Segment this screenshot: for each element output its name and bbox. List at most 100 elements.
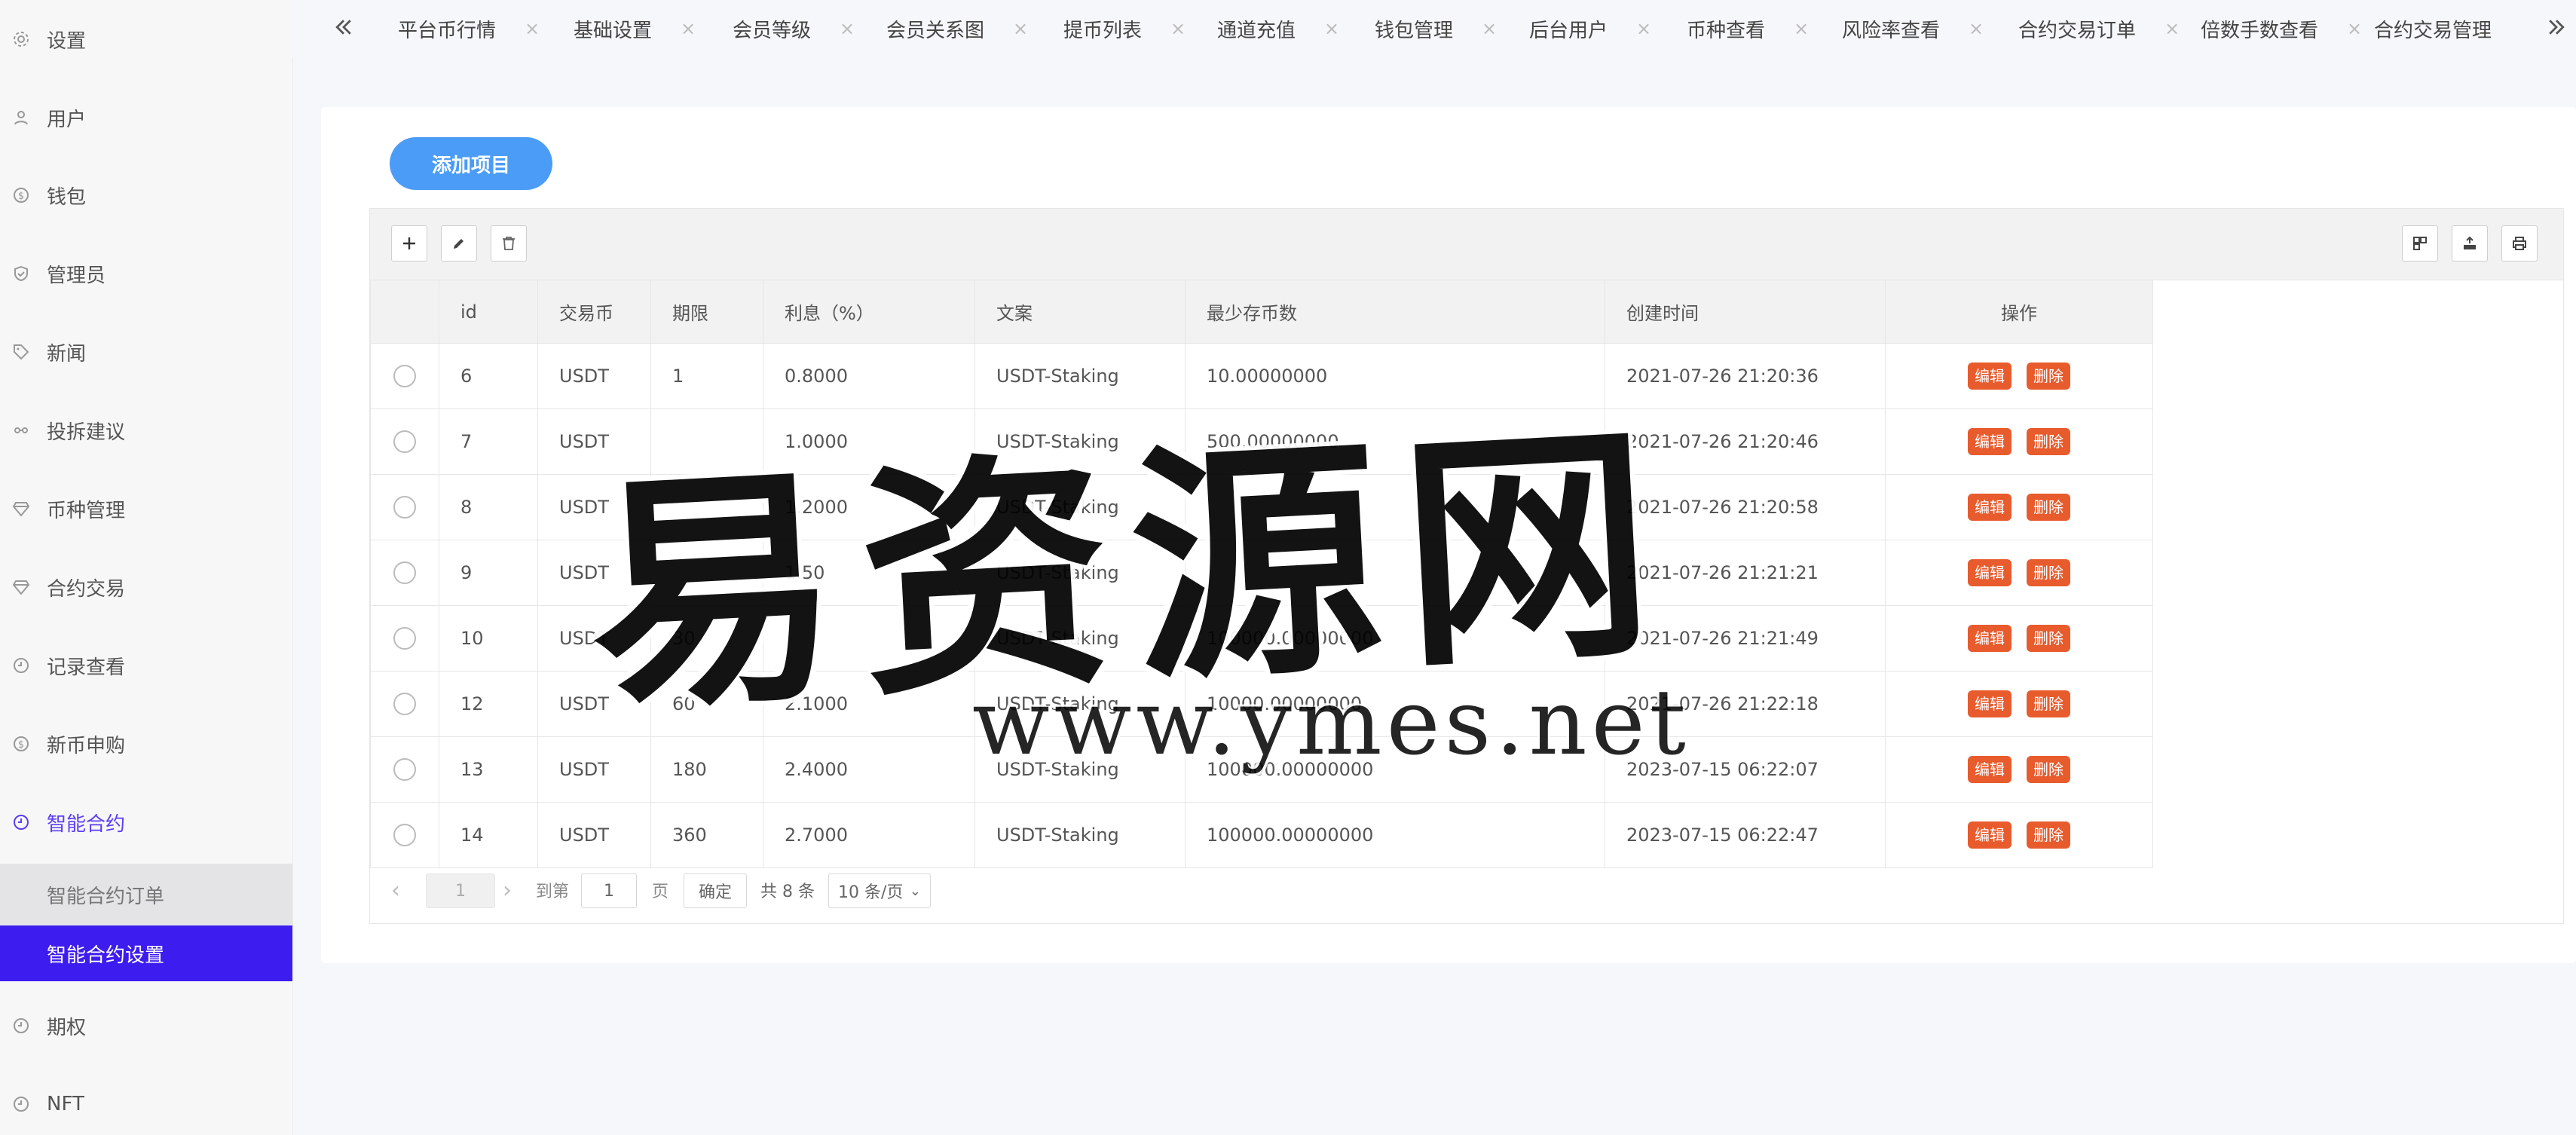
- sidebar-item-admin[interactable]: 管理员: [0, 246, 292, 301]
- sidebar-item-label: 投拆建议: [47, 421, 126, 444]
- edit-button[interactable]: 编辑: [1968, 756, 2012, 783]
- tab-12[interactable]: 合约交易管理: [2374, 0, 2492, 57]
- row-radio[interactable]: [393, 561, 416, 584]
- gear-icon: [11, 29, 32, 50]
- total-count: 共 8 条: [760, 883, 815, 901]
- tab-close-icon[interactable]: ×: [525, 18, 540, 39]
- edit-button[interactable]: 编辑: [1968, 363, 2012, 390]
- sidebar-item-new-coin[interactable]: $ 新币申购: [0, 717, 292, 771]
- toolbar-export-button[interactable]: [2452, 225, 2488, 262]
- row-radio[interactable]: [393, 824, 416, 846]
- delete-button[interactable]: 删除: [2027, 363, 2070, 390]
- chevron-down-icon: ⌄: [909, 883, 921, 899]
- edit-button[interactable]: 编辑: [1968, 690, 2012, 717]
- tab-close-icon[interactable]: ×: [840, 18, 855, 39]
- toolbar-add-button[interactable]: [391, 225, 427, 262]
- tag-icon: [11, 341, 32, 363]
- page-size-select[interactable]: 10 条/页 ⌄: [828, 873, 931, 908]
- goto-page-input[interactable]: 1: [581, 873, 637, 908]
- sidebar-item-options[interactable]: 期权: [0, 999, 292, 1053]
- sidebar-item-wallet[interactable]: $ 钱包: [0, 168, 292, 222]
- delete-button[interactable]: 删除: [2027, 690, 2070, 717]
- delete-button[interactable]: 删除: [2027, 625, 2070, 652]
- tab-6[interactable]: 钱包管理 ×: [1375, 0, 1497, 57]
- tab-close-icon[interactable]: ×: [1013, 18, 1028, 39]
- tab-7[interactable]: 后台用户 ×: [1529, 0, 1651, 57]
- edit-button[interactable]: 编辑: [1968, 625, 2012, 652]
- sidebar-item-nft[interactable]: NFT: [0, 1077, 292, 1131]
- tab-0[interactable]: 平台币行情 ×: [398, 0, 540, 57]
- edit-button[interactable]: 编辑: [1968, 428, 2012, 455]
- tabs-scroll-left-icon[interactable]: [329, 11, 359, 44]
- sidebar-item-news[interactable]: 新闻: [0, 325, 292, 379]
- header-id: id: [439, 280, 538, 344]
- tab-9[interactable]: 风险率查看 ×: [1842, 0, 1984, 57]
- sidebar-item-smart-contract[interactable]: 智能合约: [0, 795, 292, 849]
- tab-1[interactable]: 基础设置 ×: [574, 0, 696, 57]
- current-page[interactable]: 1: [426, 873, 495, 908]
- export-icon: [2464, 236, 2476, 249]
- tab-close-icon[interactable]: ×: [1482, 18, 1497, 39]
- tab-label: 合约交易订单: [2018, 19, 2137, 42]
- clock-icon: [11, 1094, 32, 1115]
- goto-confirm-button[interactable]: 确定: [684, 873, 747, 908]
- tab-5[interactable]: 通道充值 ×: [1217, 0, 1339, 57]
- sidebar-item-label: 智能合约: [47, 812, 126, 836]
- cell-copy: USDT-Staking: [974, 605, 1186, 672]
- row-radio[interactable]: [393, 693, 416, 715]
- row-radio[interactable]: [393, 496, 416, 519]
- sidebar-item-users[interactable]: 用户: [0, 90, 292, 145]
- tab-2[interactable]: 会员等级 ×: [733, 0, 855, 57]
- tab-close-icon[interactable]: ×: [1324, 18, 1339, 39]
- tabs-scroll-right-icon[interactable]: [2541, 11, 2571, 44]
- next-page-icon[interactable]: ›: [503, 873, 512, 907]
- delete-button[interactable]: 删除: [2027, 821, 2070, 849]
- toolbar-print-button[interactable]: [2501, 225, 2538, 262]
- delete-button[interactable]: 删除: [2027, 428, 2070, 455]
- row-radio[interactable]: [393, 430, 416, 453]
- tab-10[interactable]: 合约交易订单 ×: [2018, 0, 2180, 57]
- delete-button[interactable]: 删除: [2027, 559, 2070, 586]
- table-row: 7 USDT 1.0000 USDT-Staking 500.00000000 2021-…: [370, 408, 2153, 475]
- dollar-circle-icon: $: [11, 733, 32, 754]
- sidebar-subitem-smart-contract-orders[interactable]: 智能合约订单: [0, 864, 292, 925]
- tab-close-icon[interactable]: ×: [1969, 18, 1984, 39]
- toolbar-columns-button[interactable]: [2402, 225, 2438, 262]
- sidebar-item-coin-management[interactable]: 币种管理: [0, 482, 292, 536]
- toolbar-edit-button[interactable]: [441, 225, 477, 262]
- data-table: id 交易币 期限 利息（%） 文案 最少存币数 创建时间 操作 6 USDT 1 0…: [369, 208, 2564, 924]
- tab-close-icon[interactable]: ×: [1170, 18, 1186, 39]
- row-radio[interactable]: [393, 758, 416, 781]
- tab-close-icon[interactable]: ×: [1794, 18, 1809, 39]
- plus-icon: [403, 237, 415, 249]
- tab-8[interactable]: 币种查看 ×: [1687, 0, 1809, 57]
- cell-interest: 1.2000: [763, 474, 975, 540]
- delete-button[interactable]: 删除: [2027, 494, 2070, 521]
- delete-button[interactable]: 删除: [2027, 756, 2070, 783]
- row-radio[interactable]: [393, 365, 416, 387]
- add-project-button[interactable]: 添加项目: [390, 137, 552, 190]
- edit-button[interactable]: 编辑: [1968, 559, 2012, 586]
- tab-close-icon[interactable]: ×: [681, 18, 696, 39]
- tab-label: 币种查看: [1687, 19, 1766, 42]
- sidebar-item-contract-trading[interactable]: 合约交易: [0, 560, 292, 614]
- tab-3[interactable]: 会员关系图 ×: [886, 0, 1028, 57]
- cell-ops: 编辑 删除: [1885, 671, 2153, 737]
- prev-page-icon[interactable]: ‹: [391, 873, 400, 907]
- tab-4[interactable]: 提币列表 ×: [1063, 0, 1186, 57]
- cell-created: 2021-07-26 21:21:21: [1605, 540, 1886, 606]
- sidebar-item-settings[interactable]: 设置: [0, 12, 292, 66]
- tab-11[interactable]: 倍数手数查看 ×: [2201, 0, 2362, 57]
- sidebar-subitem-smart-contract-settings[interactable]: 智能合约设置: [0, 925, 292, 981]
- sidebar-item-complaints[interactable]: 投拆建议: [0, 403, 292, 457]
- sidebar-item-label: 合约交易: [47, 577, 126, 601]
- sidebar-item-records[interactable]: 记录查看: [0, 638, 292, 693]
- edit-button[interactable]: 编辑: [1968, 821, 2012, 849]
- cell-min-deposit: [1185, 540, 1605, 606]
- tab-close-icon[interactable]: ×: [2165, 18, 2180, 39]
- row-radio[interactable]: [393, 627, 416, 650]
- edit-button[interactable]: 编辑: [1968, 494, 2012, 521]
- toolbar-delete-button[interactable]: [491, 225, 527, 262]
- tab-close-icon[interactable]: ×: [1636, 18, 1651, 39]
- tab-close-icon[interactable]: ×: [2347, 18, 2362, 39]
